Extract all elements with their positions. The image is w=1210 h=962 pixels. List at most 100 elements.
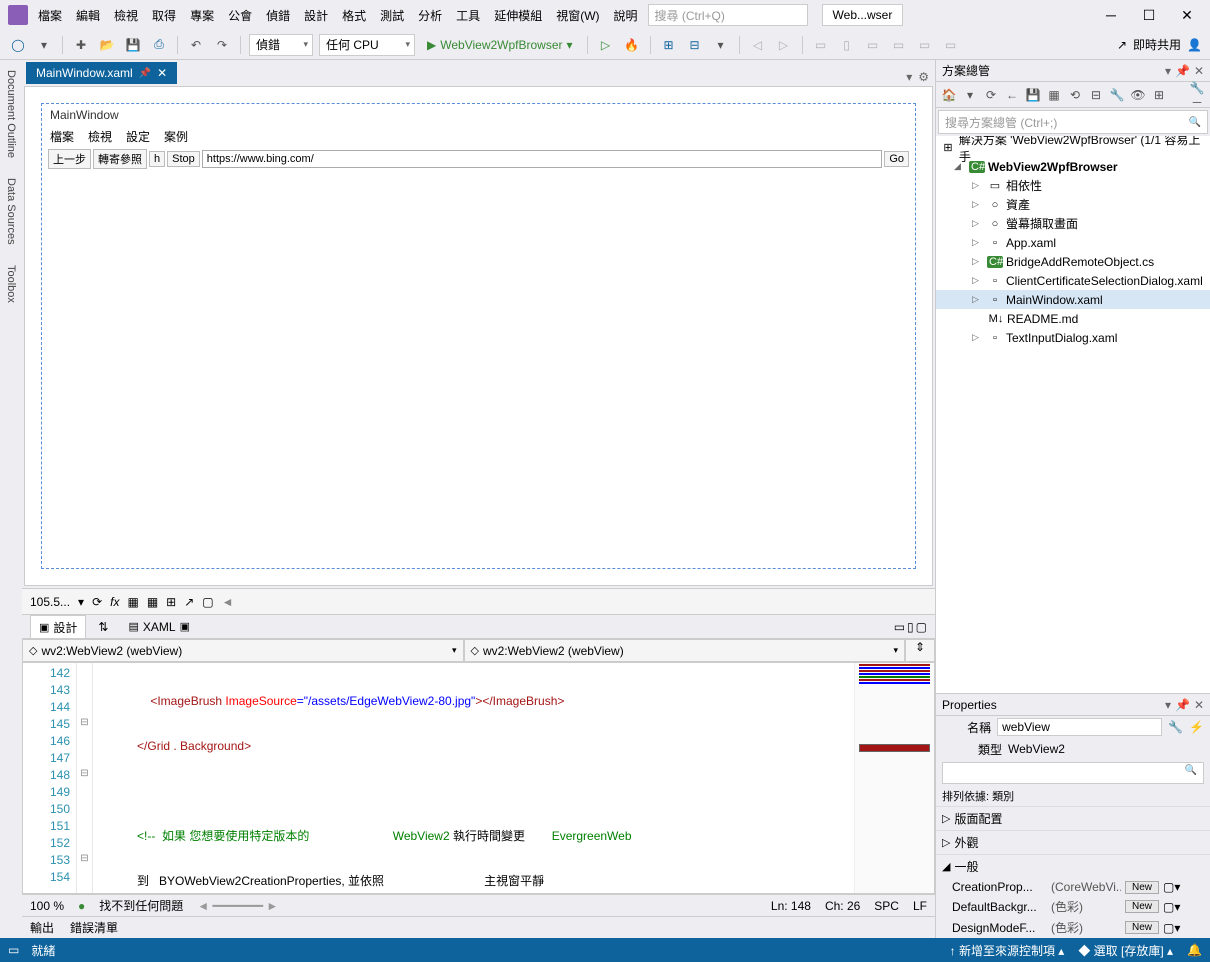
save-all-icon[interactable]: ⎙ — [149, 35, 169, 55]
run-button[interactable]: WebView2WpfBrowser ▾ — [421, 34, 579, 56]
tb-icon-6[interactable]: ▭ — [863, 35, 883, 55]
split-v-icon[interactable]: ▯ — [907, 620, 914, 634]
swap-panes-icon[interactable]: ⇅ — [98, 620, 108, 634]
prop-row[interactable]: DefaultBackgr...(色彩)New▢▾ — [936, 896, 1210, 917]
show-all-icon[interactable]: ▦ — [1045, 88, 1063, 102]
issues-text[interactable]: 找不到任何問題 — [99, 897, 183, 914]
line-ending[interactable]: LF — [913, 899, 927, 913]
prop-name-input[interactable] — [997, 718, 1162, 736]
indent-mode[interactable]: SPC — [874, 899, 899, 913]
menu-analyze[interactable]: 分析 — [412, 3, 448, 28]
tb-icon-1[interactable]: ⊞ — [659, 35, 679, 55]
menu-window[interactable]: 視窗(W) — [550, 3, 605, 28]
menu-help[interactable]: 說明 — [608, 3, 644, 28]
filter-icon[interactable]: ⊞ — [1150, 88, 1168, 102]
tab-toolbox[interactable]: Toolbox — [3, 259, 19, 309]
properties-search[interactable] — [942, 762, 1204, 784]
menu-get[interactable]: 取得 — [146, 3, 182, 28]
open-icon[interactable]: 📂 — [97, 35, 117, 55]
pin-icon[interactable]: 📌 — [1175, 64, 1190, 78]
close-icon[interactable]: ✕ — [1194, 64, 1204, 78]
prop-row[interactable]: CreationProp...(CoreWebVi...New▢▾ — [936, 878, 1210, 896]
element-combo-left[interactable]: ◇ wv2:WebView2 (webView) — [22, 639, 464, 662]
solution-tree[interactable]: ⊞解決方案 'WebView2WpfBrowser' (1/1 容易上手 ◢C#… — [936, 136, 1210, 693]
nav-fwd-icon[interactable]: ▾ — [34, 35, 54, 55]
platform-combo[interactable]: 任何 CPU — [319, 34, 415, 56]
props-icon[interactable]: 🔧 — [1108, 88, 1126, 102]
close-tab-icon[interactable]: ✕ — [157, 66, 167, 80]
tree-item-mainwindow[interactable]: ▷▫MainWindow.xaml — [936, 290, 1210, 309]
notification-icon[interactable]: 🔔 — [1187, 943, 1202, 957]
preview-go-button[interactable]: Go — [884, 151, 909, 167]
tab-document-outline[interactable]: Document Outline — [3, 64, 19, 164]
redo-icon[interactable]: ↷ — [212, 35, 232, 55]
preview-fwd-button[interactable]: 轉寄參照 — [93, 149, 147, 169]
tb-icon-5[interactable]: ▯ — [837, 35, 857, 55]
tb-icon-9[interactable]: ▭ — [941, 35, 961, 55]
split-h-icon[interactable]: ▭ — [894, 620, 905, 634]
zoom-level[interactable]: 100 % — [30, 899, 64, 913]
element-combo-right[interactable]: ◇ wv2:WebView2 (webView) — [464, 639, 906, 662]
pin-icon[interactable]: 📌 — [139, 68, 151, 79]
indent-in-icon[interactable]: ▷ — [774, 35, 794, 55]
prop-group-general[interactable]: ◢ 一般 — [936, 854, 1210, 878]
new-button[interactable]: New — [1125, 921, 1159, 934]
preview-back-button[interactable]: 上一步 — [48, 149, 91, 169]
hot-reload-icon[interactable]: 🔥 — [622, 35, 642, 55]
tab-design[interactable]: ▣ 設計 — [30, 615, 86, 639]
menu-debug[interactable]: 偵錯 — [260, 3, 296, 28]
solution-title-tab[interactable]: Web...wser — [822, 4, 904, 26]
preview-stop-button[interactable]: Stop — [167, 151, 200, 167]
xaml-designer[interactable]: MainWindow 檔案檢視設定案例 上一步 轉寄參照 h Stop Go — [24, 86, 933, 586]
indent-out-icon[interactable]: ◁ — [748, 35, 768, 55]
refresh-icon[interactable]: ⟲ — [1066, 88, 1084, 102]
refresh-icon[interactable]: ⟳ — [92, 595, 102, 609]
code-content[interactable]: <ImageBrush ImageSource="/assets/EdgeWeb… — [93, 663, 854, 893]
menu-extensions[interactable]: 延伸模組 — [488, 3, 548, 28]
preview-h-button[interactable]: h — [149, 151, 165, 167]
preview-url-input[interactable] — [202, 150, 883, 168]
tb-icon-3[interactable]: ▾ — [711, 35, 731, 55]
select-repo-button[interactable]: ◆ 選取 [存放庫] ▴ — [1078, 942, 1173, 959]
nav-back-icon[interactable]: ◯ — [8, 35, 28, 55]
wrench-icon[interactable]: 🔧 — [1168, 720, 1183, 734]
account-icon[interactable]: 👤 — [1187, 38, 1202, 52]
prop-row[interactable]: DesignModeF...(色彩)New▢▾ — [936, 917, 1210, 938]
menu-tools[interactable]: 工具 — [450, 3, 486, 28]
minimap[interactable] — [854, 663, 934, 893]
undo-icon[interactable]: ↶ — [186, 35, 206, 55]
box-icon[interactable]: ▢ — [202, 595, 213, 609]
tb-icon-8[interactable]: ▭ — [915, 35, 935, 55]
fold-gutter[interactable]: ⊟⊟⊟ — [77, 663, 93, 893]
grid2-icon[interactable]: ▦ — [147, 595, 158, 609]
new-button[interactable]: New — [1125, 881, 1159, 894]
prop-group-layout[interactable]: ▷ 版面配置 — [936, 806, 1210, 830]
event-icon[interactable]: ⚡ — [1189, 720, 1204, 734]
menu-file[interactable]: 檔案 — [32, 3, 68, 28]
code-editor[interactable]: 142143144145146147148149150151152153154 … — [22, 662, 935, 894]
wrench-icon[interactable]: 🔧 ─ — [1188, 81, 1206, 109]
snap-icon[interactable]: ⊞ — [166, 595, 176, 609]
doc-tab-mainwindow[interactable]: MainWindow.xaml📌✕ — [26, 62, 177, 84]
config-combo[interactable]: 偵錯 — [249, 34, 313, 56]
doc-tab-gear-icon[interactable]: ⚙ — [918, 70, 929, 84]
menu-guild[interactable]: 公會 — [222, 3, 258, 28]
arrow-icon[interactable]: ↗ — [184, 595, 194, 609]
grid-icon[interactable]: ▦ — [127, 595, 138, 609]
pin-icon[interactable]: ▾ — [1165, 64, 1171, 78]
start-without-debug-icon[interactable]: ▷ — [596, 35, 616, 55]
sort-label[interactable]: 排列依據: 類別 — [936, 786, 1210, 806]
save-icon[interactable]: 💾 — [1024, 88, 1042, 102]
split-full-icon[interactable]: ▢ — [916, 620, 927, 634]
menu-format[interactable]: 格式 — [336, 3, 372, 28]
sync-icon[interactable]: ⟳ — [982, 88, 1000, 102]
tab-error-list[interactable]: 錯誤清單 — [70, 919, 118, 936]
quick-search-input[interactable]: 搜尋 (Ctrl+Q) — [648, 4, 808, 26]
tab-output[interactable]: 輸出 — [30, 919, 54, 936]
home-icon[interactable]: 🏠 — [940, 88, 958, 102]
preview-icon[interactable]: 👁 — [1129, 88, 1147, 102]
doc-tab-overflow-icon[interactable]: ▾ — [906, 70, 912, 84]
menu-view[interactable]: 檢視 — [108, 3, 144, 28]
menu-project[interactable]: 專案 — [184, 3, 220, 28]
solution-search-input[interactable]: 搜尋方案總管 (Ctrl+;) — [938, 110, 1208, 134]
